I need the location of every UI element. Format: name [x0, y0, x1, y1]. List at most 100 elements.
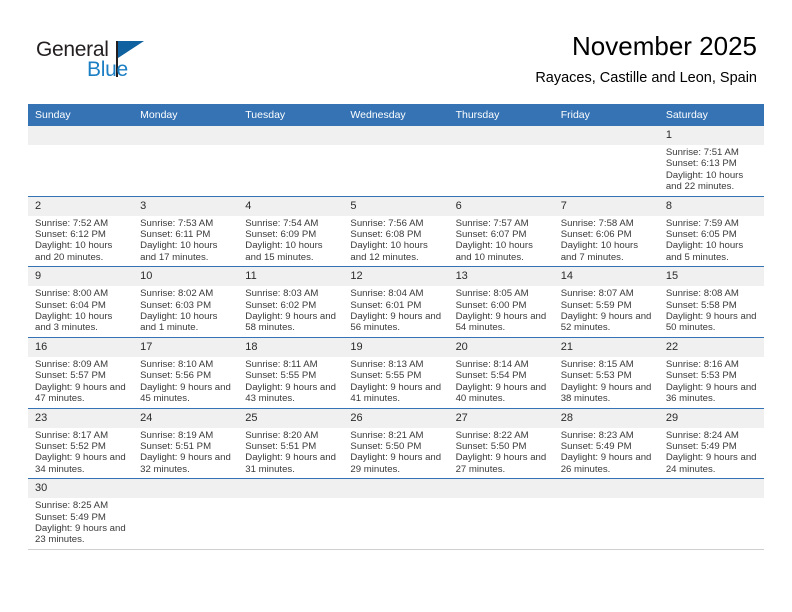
- calendar-week-row: 30 Sunrise: 8:25 AM Sunset: 5:49 PM Dayligh…: [28, 478, 764, 550]
- sunrise-text: Sunrise: 8:07 AM: [560, 288, 634, 300]
- sunset-text: Sunset: 5:49 PM: [560, 440, 632, 452]
- day-cell[interactable]: [553, 126, 659, 197]
- day-cell[interactable]: [28, 126, 134, 197]
- sunset-text: Sunset: 6:03 PM: [140, 299, 212, 311]
- sunset-text: Sunset: 5:57 PM: [35, 370, 106, 382]
- day-info: Sunrise: 8:22 AM Sunset: 5:50 PM Daylight:…: [449, 428, 554, 479]
- day-cell[interactable]: 12 Sunrise: 8:04 AM Sunset: 6:01 PM Dayligh…: [343, 266, 449, 338]
- day-cell[interactable]: 24 Sunrise: 8:19 AM Sunset: 5:51 PM Dayligh…: [133, 408, 239, 480]
- day-cell[interactable]: [238, 478, 344, 550]
- sunset-text: Sunset: 5:58 PM: [665, 299, 737, 311]
- day-cell[interactable]: 23 Sunrise: 8:17 AM Sunset: 5:52 PM Dayligh…: [28, 408, 134, 480]
- sunrise-text: Sunrise: 8:25 AM: [35, 500, 109, 512]
- day-cell[interactable]: 27 Sunrise: 8:22 AM Sunset: 5:50 PM Dayligh…: [448, 408, 554, 480]
- logo-general-blue[interactable]: General Blue: [36, 38, 216, 90]
- day-cell[interactable]: 11 Sunrise: 8:03 AM Sunset: 6:02 PM Dayligh…: [238, 266, 344, 338]
- day-number: [553, 479, 659, 499]
- day-cell[interactable]: 1 Sunrise: 7:51 AM Sunset: 6:13 PM Daylight…: [658, 126, 764, 197]
- sunrise-text: Sunrise: 7:51 AM: [665, 147, 739, 158]
- sunset-text: Sunset: 5:53 PM: [665, 370, 737, 382]
- day-cell[interactable]: 22 Sunrise: 8:16 AM Sunset: 5:53 PM Dayligh…: [658, 337, 764, 409]
- day-cell[interactable]: [343, 478, 449, 550]
- day-number: 12: [343, 267, 449, 287]
- day-cell[interactable]: 28 Sunrise: 8:23 AM Sunset: 5:49 PM Dayligh…: [553, 408, 659, 480]
- day-cell[interactable]: [133, 126, 239, 197]
- day-info: Sunrise: 7:57 AM Sunset: 6:07 PM Daylight:…: [449, 216, 554, 267]
- daylight-text: Daylight: 9 hours and 54 minutes.: [455, 311, 547, 334]
- day-cell[interactable]: 13 Sunrise: 8:05 AM Sunset: 6:00 PM Dayligh…: [448, 266, 554, 338]
- day-number: 25: [238, 408, 344, 428]
- day-cell[interactable]: 15 Sunrise: 8:08 AM Sunset: 5:58 PM Dayligh…: [658, 266, 764, 338]
- day-info: [28, 145, 133, 150]
- day-number: [343, 126, 449, 145]
- day-cell[interactable]: [238, 126, 344, 197]
- day-cell[interactable]: [133, 478, 239, 550]
- day-cell[interactable]: 26 Sunrise: 8:21 AM Sunset: 5:50 PM Dayligh…: [343, 408, 449, 480]
- day-number: 4: [238, 196, 344, 216]
- day-number: 23: [28, 408, 134, 428]
- day-cell[interactable]: 29 Sunrise: 8:24 AM Sunset: 5:49 PM Dayligh…: [658, 408, 764, 480]
- day-cell[interactable]: 5 Sunrise: 7:56 AM Sunset: 6:08 PM Daylight…: [343, 196, 449, 268]
- weekday-header-wednesday: Wednesday: [343, 104, 449, 126]
- day-number: [553, 126, 659, 145]
- day-cell[interactable]: 4 Sunrise: 7:54 AM Sunset: 6:09 PM Daylight…: [238, 196, 344, 268]
- page-subtitle: Rayaces, Castille and Leon, Spain: [535, 70, 757, 86]
- day-cell[interactable]: 25 Sunrise: 8:20 AM Sunset: 5:51 PM Dayligh…: [238, 408, 344, 480]
- day-info: [659, 498, 764, 503]
- day-cell[interactable]: 9 Sunrise: 8:00 AM Sunset: 6:04 PM Daylight…: [28, 266, 134, 338]
- daylight-text: Daylight: 9 hours and 45 minutes.: [140, 381, 231, 405]
- day-info: Sunrise: 8:11 AM Sunset: 5:55 PM Daylight:…: [238, 357, 343, 408]
- day-info: Sunrise: 8:16 AM Sunset: 5:53 PM Daylight:…: [659, 357, 764, 408]
- day-number: 9: [28, 267, 134, 287]
- day-cell[interactable]: [448, 126, 554, 197]
- day-number: 29: [658, 408, 764, 428]
- sunset-text: Sunset: 5:50 PM: [350, 440, 422, 452]
- sunset-text: Sunset: 5:54 PM: [455, 370, 527, 382]
- day-info: Sunrise: 8:08 AM Sunset: 5:58 PM Daylight:…: [659, 286, 764, 337]
- sunrise-text: Sunrise: 8:03 AM: [245, 288, 319, 300]
- day-cell[interactable]: 30 Sunrise: 8:25 AM Sunset: 5:49 PM Dayligh…: [28, 478, 134, 550]
- day-cell[interactable]: 17 Sunrise: 8:10 AM Sunset: 5:56 PM Dayligh…: [133, 337, 239, 409]
- day-cell[interactable]: 18 Sunrise: 8:11 AM Sunset: 5:55 PM Dayligh…: [238, 337, 344, 409]
- day-cell[interactable]: 8 Sunrise: 7:59 AM Sunset: 6:05 PM Daylight…: [658, 196, 764, 268]
- day-cell[interactable]: 3 Sunrise: 7:53 AM Sunset: 6:11 PM Daylight…: [133, 196, 239, 268]
- day-cell[interactable]: 6 Sunrise: 7:57 AM Sunset: 6:07 PM Daylight…: [448, 196, 554, 268]
- day-cell[interactable]: [343, 126, 449, 197]
- day-cell[interactable]: 14 Sunrise: 8:07 AM Sunset: 5:59 PM Dayligh…: [553, 266, 659, 338]
- day-number: 30: [28, 479, 134, 499]
- day-cell[interactable]: 20 Sunrise: 8:14 AM Sunset: 5:54 PM Dayligh…: [448, 337, 554, 409]
- day-cell[interactable]: 16 Sunrise: 8:09 AM Sunset: 5:57 PM Dayligh…: [28, 337, 134, 409]
- daylight-text: Daylight: 10 hours and 10 minutes.: [455, 240, 533, 263]
- day-info: [133, 145, 238, 150]
- day-cell[interactable]: [658, 478, 764, 550]
- sunrise-text: Sunrise: 8:04 AM: [350, 288, 424, 300]
- sunset-text: Sunset: 6:08 PM: [350, 229, 422, 241]
- day-number: 19: [343, 337, 449, 357]
- calendar-table: Sunday Monday Tuesday Wednesday Thursday…: [28, 104, 764, 550]
- day-number: 26: [343, 408, 449, 428]
- daylight-text: Daylight: 9 hours and 40 minutes.: [455, 381, 547, 405]
- daylight-text: Daylight: 9 hours and 29 minutes.: [350, 452, 442, 475]
- day-cell[interactable]: 7 Sunrise: 7:58 AM Sunset: 6:06 PM Daylight…: [553, 196, 659, 268]
- day-number: [238, 126, 344, 145]
- day-number: 17: [133, 337, 239, 357]
- day-number: 8: [658, 196, 764, 216]
- day-info: Sunrise: 8:13 AM Sunset: 5:55 PM Daylight:…: [343, 357, 448, 408]
- daylight-text: Daylight: 10 hours and 5 minutes.: [665, 240, 744, 263]
- day-cell[interactable]: 21 Sunrise: 8:15 AM Sunset: 5:53 PM Dayligh…: [553, 337, 659, 409]
- daylight-text: Daylight: 10 hours and 17 minutes.: [140, 240, 218, 263]
- day-cell[interactable]: 10 Sunrise: 8:02 AM Sunset: 6:03 PM Dayligh…: [133, 266, 239, 338]
- day-cell[interactable]: [553, 478, 659, 550]
- daylight-text: Daylight: 10 hours and 22 minutes.: [665, 169, 744, 193]
- day-info: Sunrise: 8:17 AM Sunset: 5:52 PM Daylight:…: [28, 428, 133, 479]
- sunset-text: Sunset: 6:06 PM: [560, 229, 632, 241]
- sunrise-text: Sunrise: 8:09 AM: [35, 358, 109, 370]
- daylight-text: Daylight: 9 hours and 41 minutes.: [350, 381, 442, 405]
- day-cell[interactable]: [448, 478, 554, 550]
- day-cell[interactable]: 2 Sunrise: 7:52 AM Sunset: 6:12 PM Daylight…: [28, 196, 134, 268]
- day-number: 2: [28, 196, 134, 216]
- logo-text-blue: Blue: [87, 58, 128, 81]
- calendar-body: 1 Sunrise: 7:51 AM Sunset: 6:13 PM Daylight…: [28, 126, 764, 550]
- day-number: 14: [553, 267, 659, 287]
- day-cell[interactable]: 19 Sunrise: 8:13 AM Sunset: 5:55 PM Dayligh…: [343, 337, 449, 409]
